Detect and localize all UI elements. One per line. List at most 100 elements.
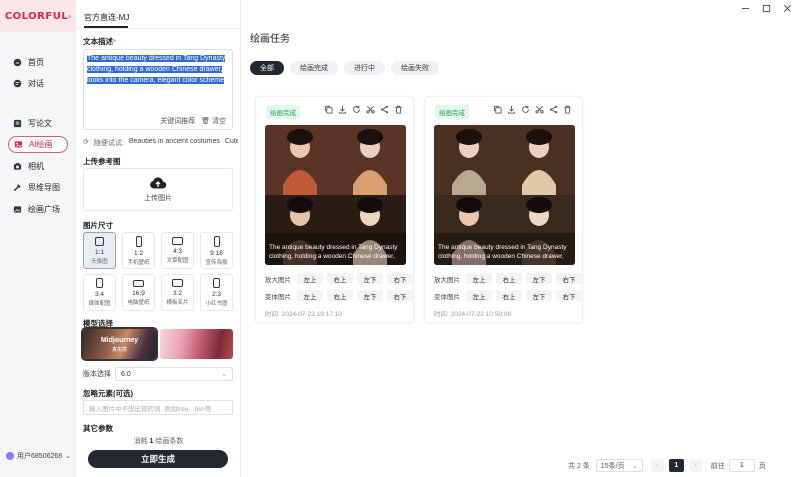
- generate-button[interactable]: 立即生成: [88, 450, 228, 468]
- task-card: 绘画完成 The antique beauty dressed in Tang …: [424, 96, 583, 323]
- refresh-icon[interactable]: ⟳: [83, 138, 89, 148]
- card-toolbar: [493, 105, 572, 114]
- size-option-4-3[interactable]: 4:3 文章配图: [161, 232, 194, 269]
- generated-image[interactable]: The antique beauty dressed in Tang Dynas…: [265, 125, 406, 265]
- upscale-top-right-button[interactable]: 右上: [327, 273, 353, 284]
- sidebar-item-camera[interactable]: 相机: [8, 158, 68, 175]
- version-select[interactable]: 6.0 ⌄: [115, 367, 233, 381]
- prompt-textarea[interactable]: The antique beauty dressed in Tang Dynas…: [83, 49, 233, 130]
- variation-bottom-right-button[interactable]: 右下: [556, 290, 582, 301]
- clear-button[interactable]: 🗑 清空: [201, 116, 226, 126]
- sidebar-item-home[interactable]: 首页: [8, 54, 68, 71]
- download-icon[interactable]: [338, 105, 347, 114]
- filter-in-progress[interactable]: 进行中: [344, 61, 385, 75]
- goto-page-input[interactable]: 1: [728, 459, 755, 472]
- variation-bottom-left-button[interactable]: 左下: [357, 290, 383, 301]
- copy-icon[interactable]: [324, 105, 333, 114]
- random-suggestions: ⟳ 随便试试: Beauties in ancient costumes Cut…: [83, 138, 238, 148]
- cost-info: 消耗 1 绘画条数: [133, 438, 184, 445]
- page-title: 绘画任务: [250, 34, 290, 45]
- suggestion-chip[interactable]: Cute: [225, 138, 238, 148]
- sidebar-item-label: 相机: [28, 162, 44, 171]
- delete-icon[interactable]: [563, 105, 572, 114]
- total-count: 共 2 条: [568, 462, 590, 470]
- upscale-bottom-left-button[interactable]: 左下: [357, 273, 383, 284]
- model-option-midjourney[interactable]: Midjourney 真实感: [81, 327, 158, 361]
- divider: [76, 28, 241, 29]
- page-suffix: 页: [758, 462, 766, 470]
- pagination: 共 2 条 15条/页 ⌄ ‹ 1 › 前往 1 页: [568, 459, 766, 472]
- mindmap-icon: [13, 183, 22, 192]
- user-profile[interactable]: 用户68506268 ⌄: [6, 451, 71, 461]
- image-caption: The antique beauty dressed in Tang Dynas…: [269, 244, 398, 260]
- size-option-1-1[interactable]: 1:1 头像图: [83, 232, 116, 269]
- keyword-recommend-button[interactable]: 关键词推荐: [160, 116, 195, 126]
- download-icon[interactable]: [507, 105, 516, 114]
- variation-top-left-button[interactable]: 左上: [466, 290, 492, 301]
- sidebar-item-label: 写论文: [28, 119, 52, 128]
- size-option-3-2[interactable]: 3:2 横板名片: [161, 274, 194, 311]
- sidebar-item-ai-paint[interactable]: AI绘画: [8, 136, 68, 153]
- refresh-icon[interactable]: [521, 105, 530, 114]
- model-option-anime[interactable]: [160, 329, 233, 359]
- maximize-icon[interactable]: [762, 4, 771, 13]
- share-icon[interactable]: [380, 105, 389, 114]
- timestamp: 时间: 2024-07-23 19:17:10: [265, 311, 342, 318]
- close-icon[interactable]: [783, 4, 792, 13]
- share-icon[interactable]: [549, 105, 558, 114]
- delete-icon[interactable]: [394, 105, 403, 114]
- size-grid: 1:1 头像图 1:2 手机壁纸 4:3 文章配图 9:16 宣传海报 3:4 媒体配图 …: [83, 232, 233, 311]
- scissors-icon[interactable]: [535, 105, 544, 114]
- tab-official-mj[interactable]: 官方直连-MJ: [84, 12, 129, 26]
- upscale-row: 放大图片 左上 右上 左下 右下: [265, 273, 413, 284]
- sidebar-item-mindmap[interactable]: 思维导图: [8, 179, 68, 196]
- sidebar-item-label: 对话: [28, 79, 44, 88]
- variation-bottom-right-button[interactable]: 右下: [387, 290, 413, 301]
- sidebar-item-gallery[interactable]: 绘画广场: [8, 201, 68, 218]
- variation-row: 变体图片 左上 右上 左下 右下: [265, 290, 413, 301]
- version-label: 版本选择: [83, 371, 111, 378]
- refresh-icon[interactable]: [352, 105, 361, 114]
- suggestion-chip[interactable]: Beauties in ancient costumes: [129, 138, 220, 148]
- prev-page-button[interactable]: ‹: [650, 459, 664, 472]
- upscale-top-left-button[interactable]: 左上: [466, 273, 492, 284]
- minimize-icon[interactable]: [741, 4, 750, 13]
- filter-completed[interactable]: 绘画完成: [290, 61, 338, 75]
- sidebar-item-paper[interactable]: 写论文: [8, 115, 68, 132]
- variation-top-right-button[interactable]: 右上: [496, 290, 522, 301]
- variation-top-right-button[interactable]: 右上: [327, 290, 353, 301]
- task-card: 绘画完成 The antique beauty dressed in Tang …: [255, 96, 414, 323]
- filter-all[interactable]: 全部: [250, 61, 284, 75]
- page-number[interactable]: 1: [668, 459, 684, 472]
- chevron-down-icon: ⌄: [65, 453, 72, 460]
- upscale-top-left-button[interactable]: 左上: [297, 273, 323, 284]
- variation-top-left-button[interactable]: 左上: [297, 290, 323, 301]
- page-size-select[interactable]: 15条/页 ⌄: [595, 459, 643, 472]
- generated-image[interactable]: The antique beauty dressed in Tang Dynas…: [434, 125, 575, 265]
- upscale-row: 放大图片 左上 右上 左下 右下: [434, 273, 582, 284]
- upscale-bottom-right-button[interactable]: 右下: [556, 273, 582, 284]
- sidebar: COLORFUL ® 首页 对话 写论文 AI绘画 相机 思维导图 绘画广场 用户…: [0, 0, 76, 477]
- size-option-3-4[interactable]: 3:4 媒体配图: [83, 274, 116, 311]
- size-option-16-9[interactable]: 16:9 电脑壁纸: [122, 274, 155, 311]
- timestamp: 时间: 2024-07-22 10:50:08: [434, 311, 511, 318]
- sidebar-item-chat[interactable]: 对话: [8, 75, 68, 92]
- next-page-button[interactable]: ›: [688, 459, 702, 472]
- size-option-9-16[interactable]: 9:16 宣传海报: [200, 232, 233, 269]
- upscale-top-right-button[interactable]: 右上: [496, 273, 522, 284]
- brand-logo[interactable]: COLORFUL ®: [0, 0, 76, 32]
- upload-label: 上传图片: [144, 195, 172, 202]
- copy-icon[interactable]: [493, 105, 502, 114]
- version-selector: 版本选择 6.0 ⌄: [83, 367, 233, 381]
- size-option-1-2[interactable]: 1:2 手机壁纸: [122, 232, 155, 269]
- scissors-icon[interactable]: [366, 105, 375, 114]
- size-option-2-3[interactable]: 2:3 小红书图: [200, 274, 233, 311]
- chevron-down-icon: ⌄: [221, 371, 227, 378]
- upload-dropzone[interactable]: 上传图片: [83, 168, 233, 211]
- variation-bottom-left-button[interactable]: 左下: [526, 290, 552, 301]
- filter-failed[interactable]: 绘画失败: [391, 61, 439, 75]
- upscale-bottom-right-button[interactable]: 右下: [387, 273, 413, 284]
- upscale-bottom-left-button[interactable]: 左下: [526, 273, 552, 284]
- negative-prompt-input[interactable]: 输入图片中不想出现的词, 例如tree、fish等: [83, 400, 233, 415]
- brand-text: COLORFUL: [4, 10, 69, 22]
